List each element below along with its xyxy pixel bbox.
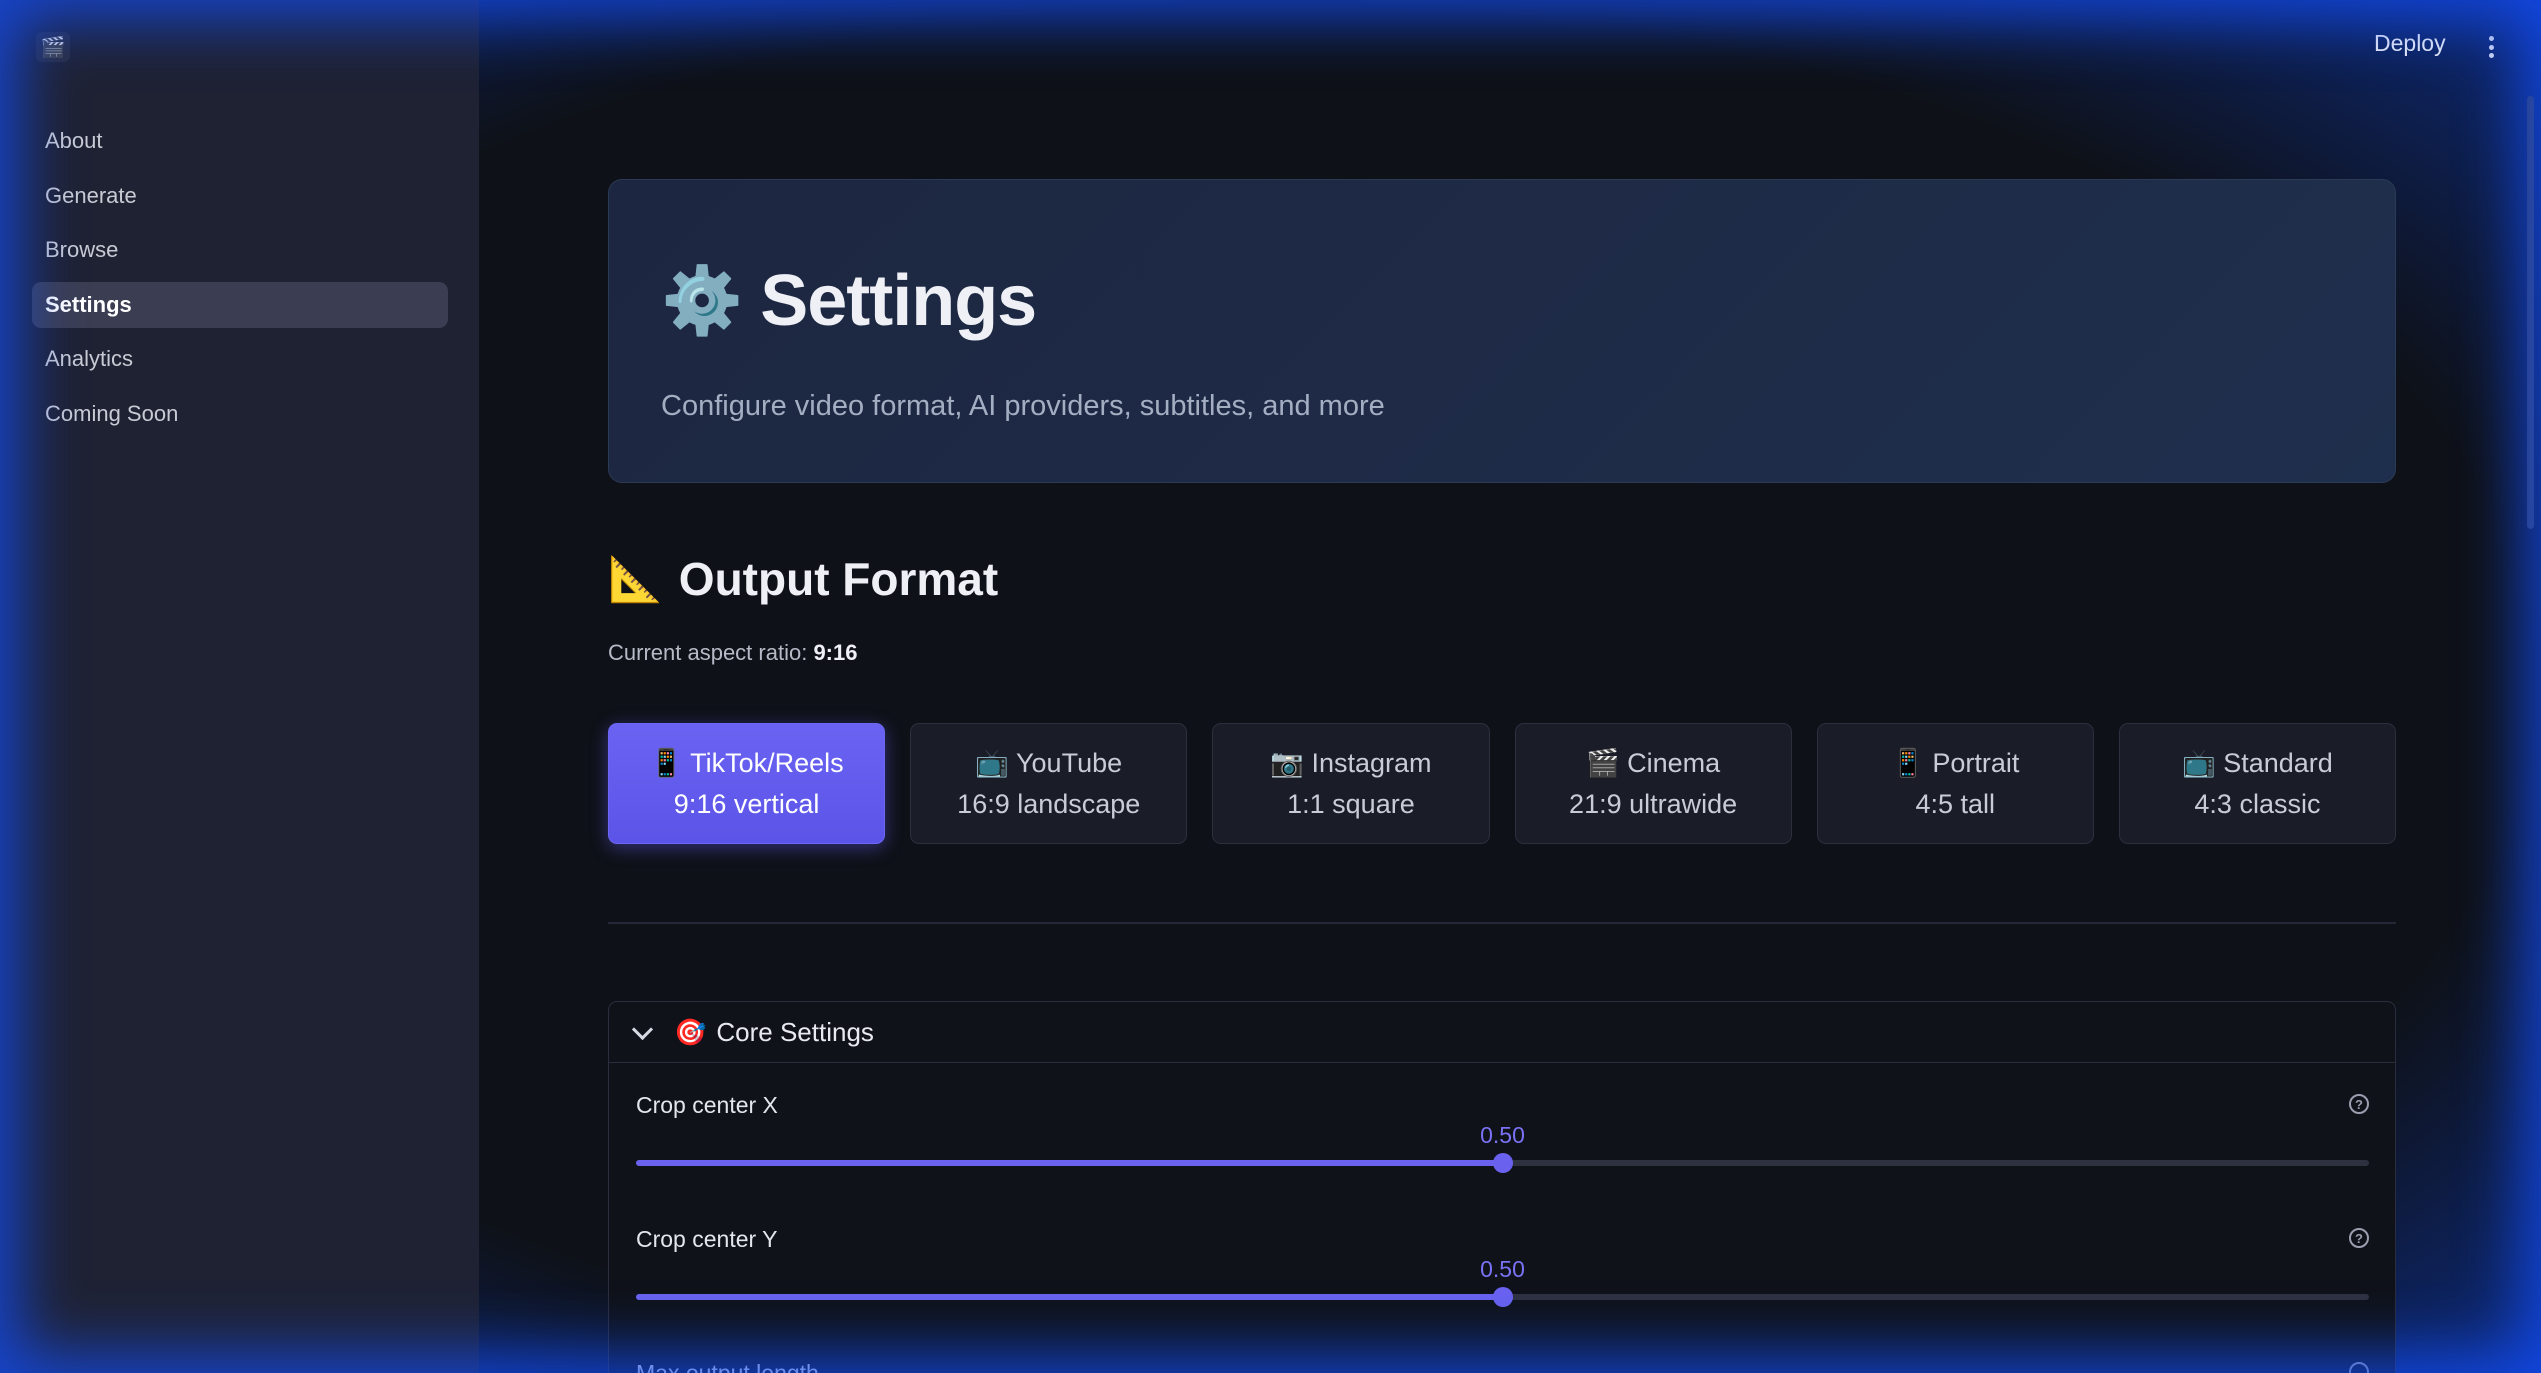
format-option-desc: 4:5 tall xyxy=(1915,788,1996,819)
sidebar-item-label: Analytics xyxy=(45,346,134,371)
slider-label: Crop center Y xyxy=(636,1226,778,1252)
help-icon[interactable]: ? xyxy=(2349,1094,2369,1114)
current-aspect-value: 9:16 xyxy=(813,640,858,665)
format-option-title: 📱 TikTok/Reels xyxy=(649,747,844,778)
app-window: 🎬 About Generate Browse Settings Analyti… xyxy=(0,0,2541,1373)
sidebar-item-label: Settings xyxy=(45,291,132,317)
slider-track[interactable] xyxy=(636,1287,2369,1307)
sidebar-item-browse[interactable]: Browse xyxy=(32,227,448,273)
current-aspect-label: Current aspect ratio: xyxy=(608,640,808,665)
section-divider xyxy=(608,922,2396,924)
slider-value: 0.50 xyxy=(1480,1256,1525,1282)
format-option-instagram[interactable]: 📷 Instagram 1:1 square xyxy=(1212,723,1490,844)
sidebar-item-about[interactable]: About xyxy=(32,118,448,164)
format-option-standard[interactable]: 📺 Standard 4:3 classic xyxy=(2118,723,2397,844)
format-option-title: 📺 Standard xyxy=(2182,747,2333,778)
sidebar-item-label: Browse xyxy=(45,237,119,262)
next-setting-label: Max output length xyxy=(636,1360,819,1373)
phone-icon: 📱 xyxy=(649,747,684,778)
slider-crop-center-x: Crop center X ? 0.50 xyxy=(636,1092,2369,1222)
core-settings-title: Core Settings xyxy=(716,1016,874,1047)
slider-value: 0.50 xyxy=(1480,1122,1525,1148)
page-title-text: Settings xyxy=(760,261,1037,341)
slider-thumb[interactable] xyxy=(1492,1153,1513,1173)
sidebar-item-coming-soon[interactable]: Coming Soon xyxy=(32,391,448,437)
sidebar-item-generate[interactable]: Generate xyxy=(32,173,448,219)
format-option-title: 📷 Instagram xyxy=(1270,747,1432,778)
format-option-portrait[interactable]: 📱 Portrait 4:5 tall xyxy=(1816,723,2094,844)
format-option-title: 🎬 Cinema xyxy=(1586,747,1721,778)
format-option-title: 📱 Portrait xyxy=(1891,747,2020,778)
format-option-desc: 9:16 vertical xyxy=(673,788,820,819)
sidebar-item-label: About xyxy=(45,128,103,153)
aspect-ratio-options: 📱 TikTok/Reels 9:16 vertical 📺 YouTube 1… xyxy=(608,723,2397,844)
format-option-desc: 16:9 landscape xyxy=(957,788,1141,819)
sidebar-item-analytics[interactable]: Analytics xyxy=(32,336,448,382)
sidebar-item-settings[interactable]: Settings xyxy=(32,281,448,328)
format-option-tiktok-reels[interactable]: 📱 TikTok/Reels 9:16 vertical xyxy=(608,723,886,844)
format-option-cinema[interactable]: 🎬 Cinema 21:9 ultrawide xyxy=(1514,723,1792,844)
slider-fill xyxy=(636,1294,1503,1300)
target-icon: 🎯 xyxy=(674,1016,707,1047)
slider-crop-center-y: Crop center Y ? 0.50 xyxy=(636,1226,2369,1356)
page-header-card: ⚙️ Settings Configure video format, AI p… xyxy=(608,179,2396,483)
sidebar: 🎬 About Generate Browse Settings Analyti… xyxy=(0,0,479,1373)
kebab-menu-icon[interactable] xyxy=(2480,30,2502,64)
triangle-ruler-icon: 📐 xyxy=(608,555,663,604)
current-aspect-ratio: Current aspect ratio: 9:16 xyxy=(608,640,857,666)
format-option-desc: 21:9 ultrawide xyxy=(1569,788,1738,819)
format-option-title: 📺 YouTube xyxy=(975,747,1123,778)
slider-track[interactable] xyxy=(636,1153,2369,1173)
page-title: ⚙️ Settings xyxy=(661,260,1037,342)
scrollbar-thumb[interactable] xyxy=(2527,96,2534,529)
app-logo-icon: 🎬 xyxy=(36,32,70,62)
format-option-desc: 1:1 square xyxy=(1287,788,1415,819)
slider-thumb[interactable] xyxy=(1492,1287,1513,1307)
camera-icon: 📷 xyxy=(1270,747,1304,778)
sidebar-nav: About Generate Browse Settings Analytics… xyxy=(32,118,448,445)
output-format-heading: 📐 Output Format xyxy=(608,552,998,606)
clapperboard-icon: 🎬 xyxy=(1586,747,1620,778)
phone-icon: 📱 xyxy=(1891,747,1925,778)
core-settings-header[interactable]: 🎯 Core Settings xyxy=(609,1002,2395,1063)
core-settings-expander: 🎯 Core Settings Crop center X ? 0.50 Cro… xyxy=(608,1001,2396,1373)
output-format-title: Output Format xyxy=(678,553,999,605)
format-option-desc: 4:3 classic xyxy=(2194,788,2321,819)
slider-fill xyxy=(636,1160,1503,1166)
format-option-youtube[interactable]: 📺 YouTube 16:9 landscape xyxy=(910,723,1188,844)
tv-icon: 📺 xyxy=(2182,747,2216,778)
page-subtitle: Configure video format, AI providers, su… xyxy=(661,390,1385,422)
help-icon[interactable]: ? xyxy=(2349,1228,2369,1248)
deploy-button[interactable]: Deploy xyxy=(2374,30,2446,57)
help-icon[interactable] xyxy=(2349,1362,2369,1373)
chevron-down-icon xyxy=(631,1018,654,1040)
gear-icon: ⚙️ xyxy=(661,263,743,337)
sidebar-item-label: Generate xyxy=(45,182,137,208)
sidebar-item-label: Coming Soon xyxy=(45,400,179,426)
slider-label: Crop center X xyxy=(636,1092,778,1118)
tv-icon: 📺 xyxy=(975,747,1009,778)
